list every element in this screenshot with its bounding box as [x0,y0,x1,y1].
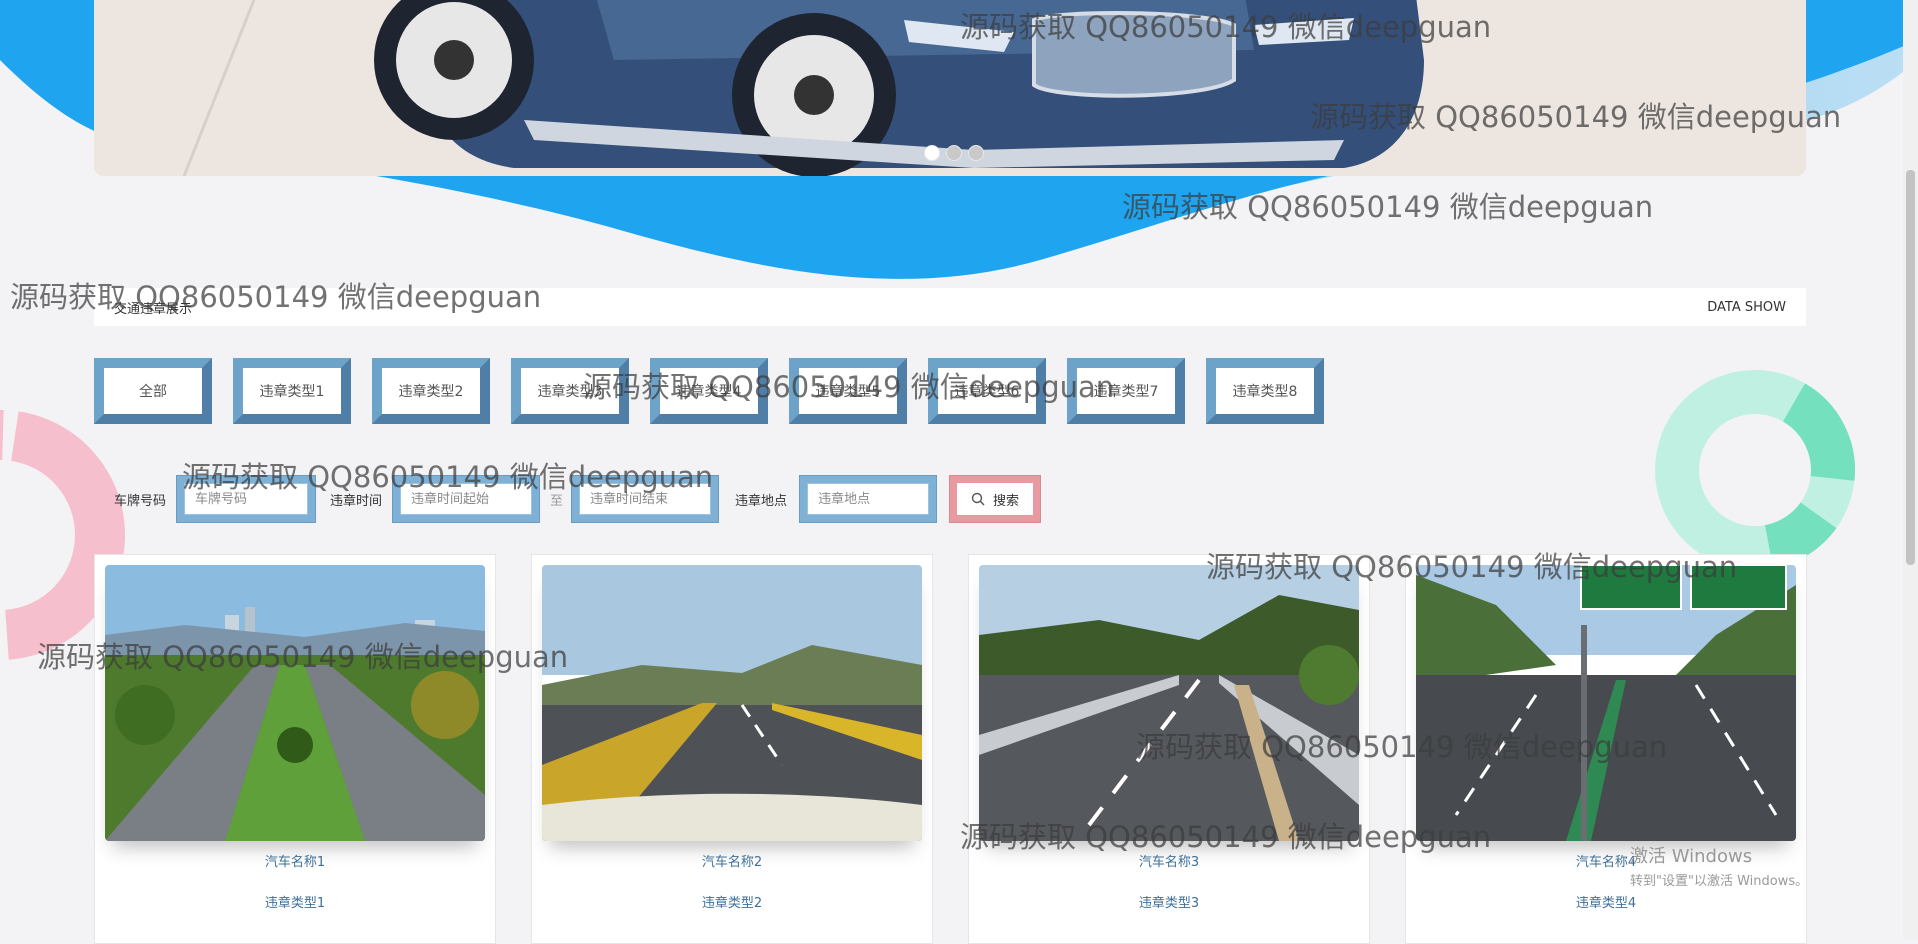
filter-type-7-button[interactable]: 违章类型7 [1067,358,1185,424]
filter-tabs: 全部 违章类型1 违章类型2 违章类型3 违章类型4 违章类型5 违章类型6 违… [94,358,1324,424]
carousel-dot-1[interactable] [924,145,940,161]
filter-type-8-button[interactable]: 违章类型8 [1206,358,1324,424]
carousel-dots [924,145,984,161]
violation-type[interactable]: 违章类型3 [979,892,1359,911]
place-input[interactable] [807,483,930,515]
time-label: 违章时间 [330,493,383,509]
filter-type-2-button[interactable]: 违章类型2 [372,358,490,424]
search-icon [971,492,985,506]
filter-type-6-button[interactable]: 违章类型6 [928,358,1046,424]
filter-type-3-button[interactable]: 违章类型3 [511,358,629,424]
plate-input[interactable] [184,483,309,515]
section-title: 交通违章展示 [114,301,193,317]
car-name[interactable]: 汽车名称2 [542,851,922,870]
place-field-frame [799,475,938,523]
violation-type[interactable]: 违章类型2 [542,892,922,911]
search-button-label: 搜索 [993,493,1020,509]
car-name[interactable]: 汽车名称3 [979,851,1359,870]
banner-carousel[interactable] [94,0,1806,176]
os-activation-title: 激活 Windows [1630,846,1753,867]
os-activation-notice: 激活 Windows 转到"设置"以激活 Windows。 [1630,842,1808,889]
search-button[interactable]: 搜索 [949,475,1042,523]
plate-field-frame [176,475,317,523]
page-scrollbar[interactable] [1903,0,1918,940]
filter-type-1-button[interactable]: 违章类型1 [233,358,351,424]
violation-type[interactable]: 违章类型4 [1416,892,1796,911]
place-label: 违章地点 [735,493,788,509]
filter-type-5-button[interactable]: 违章类型5 [789,358,907,424]
violation-card[interactable]: 汽车名称1 违章类型1 [94,554,496,944]
road-photo[interactable] [1416,565,1796,841]
decorative-ring-right [1655,370,1855,570]
violation-card[interactable]: 汽车名称2 违章类型2 [531,554,933,944]
time-separator: 至 [550,493,564,509]
time-end-input[interactable] [579,483,712,515]
section-header: 交通违章展示 DATA SHOW [94,288,1806,326]
time-start-field-frame [392,475,541,523]
violation-card-list: 汽车名称1 违章类型1 汽车名称2 违章类型2 汽车名称3 违章类型3 汽车名称… [94,554,1807,944]
filter-type-4-button[interactable]: 违章类型4 [650,358,768,424]
os-activation-hint: 转到"设置"以激活 Windows。 [1630,874,1809,889]
violation-type[interactable]: 违章类型1 [105,892,485,911]
carousel-dot-2[interactable] [946,145,962,161]
car-name[interactable]: 汽车名称1 [105,851,485,870]
scrollbar-thumb[interactable] [1906,170,1915,565]
section-subtitle: DATA SHOW [1707,299,1786,315]
time-start-input[interactable] [400,483,533,515]
road-photo[interactable] [979,565,1359,841]
plate-label: 车牌号码 [114,493,167,509]
violation-card[interactable]: 汽车名称3 违章类型3 [968,554,1370,944]
road-photo[interactable] [105,565,485,841]
search-form: 车牌号码 违章时间 至 违章地点 搜索 [94,474,1042,524]
time-end-field-frame [571,475,720,523]
carousel-dot-3[interactable] [968,145,984,161]
filter-all-button[interactable]: 全部 [94,358,212,424]
road-photo[interactable] [542,565,922,841]
